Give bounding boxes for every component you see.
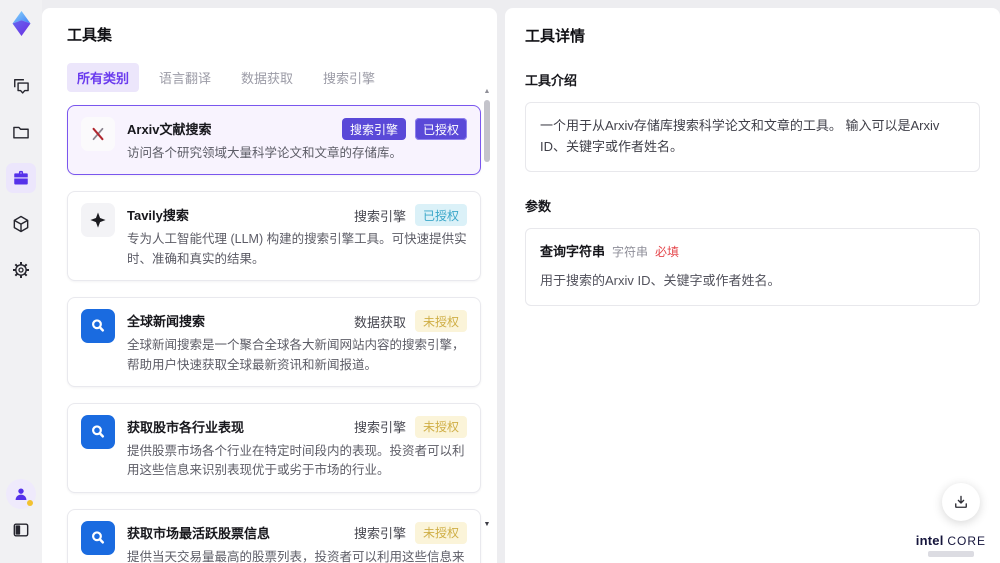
tavily-star-icon xyxy=(81,203,115,238)
param-required-badge: 必填 xyxy=(655,244,680,259)
briefcase-icon xyxy=(11,168,31,188)
tool-description: 专为人工智能代理 (LLM) 构建的搜索引擎工具。可快速提供实时、准确和真实的结… xyxy=(127,232,467,266)
list-scrollbar[interactable]: ▲ ▼ xyxy=(483,88,491,529)
tool-card-global-news[interactable]: 全球新闻搜索 数据获取 未授权 全球新闻搜索是一个聚合全球各大新闻网站内容的搜索… xyxy=(67,297,481,387)
param-name: 查询字符串 xyxy=(540,243,606,259)
category-tabs: 所有类别 语言翻译 数据获取 搜索引擎 xyxy=(67,63,481,92)
main-content: 工具集 所有类别 语言翻译 数据获取 搜索引擎 Arxiv文献搜索 搜索引擎 已… xyxy=(42,8,1000,563)
sidebar-item-chat[interactable] xyxy=(6,71,36,101)
auth-badge: 未授权 xyxy=(414,415,467,438)
tool-description: 访问各个研究领域大量科学论文和文章的存储库。 xyxy=(127,146,403,160)
collapse-sidebar-button[interactable] xyxy=(6,515,36,545)
status-dot xyxy=(27,500,33,506)
intel-sub-bar xyxy=(927,551,974,557)
tool-card-arxiv[interactable]: Arxiv文献搜索 搜索引擎 已授权 访问各个研究领域大量科学论文和文章的存储库… xyxy=(67,105,481,176)
category-label: 搜索引擎 xyxy=(353,420,406,436)
intro-section-title: 工具介绍 xyxy=(525,73,578,88)
tool-description: 全球新闻搜索是一个聚合全球各大新闻网站内容的搜索引擎，帮助用户快速获取全球最新资… xyxy=(127,338,465,372)
toolset-panel: 工具集 所有类别 语言翻译 数据获取 搜索引擎 Arxiv文献搜索 搜索引擎 已… xyxy=(42,8,497,563)
sidebar-item-models[interactable] xyxy=(6,209,36,239)
category-badge: 搜索引擎 xyxy=(341,118,406,140)
scroll-up-icon[interactable]: ▲ xyxy=(483,88,491,96)
news-search-icon xyxy=(81,309,115,344)
scrollbar-thumb[interactable] xyxy=(484,100,490,162)
param-box: 查询字符串 字符串 必填 用于搜索的Arxiv ID、关键字或作者姓名。 xyxy=(525,227,980,307)
stock-search-icon xyxy=(81,520,115,555)
download-icon xyxy=(952,493,970,511)
category-label: 搜索引擎 xyxy=(353,526,406,542)
auth-badge: 未授权 xyxy=(414,310,467,333)
tool-list: Arxiv文献搜索 搜索引擎 已授权 访问各个研究领域大量科学论文和文章的存储库… xyxy=(67,105,481,563)
scroll-down-icon[interactable]: ▼ xyxy=(483,521,491,529)
tab-all-categories[interactable]: 所有类别 xyxy=(67,63,140,92)
detail-panel-title: 工具详情 xyxy=(525,28,586,45)
sidebar-item-settings[interactable] xyxy=(6,255,36,285)
sidebar-item-toolset[interactable] xyxy=(6,163,36,193)
intel-wordmark: intel xyxy=(915,533,944,548)
tool-detail-panel: 工具详情 工具介绍 一个用于从Arxiv存储库搜索科学论文和文章的工具。 输入可… xyxy=(505,8,1000,563)
folder-icon xyxy=(11,122,31,142)
auth-badge: 已授权 xyxy=(414,204,467,227)
tab-data-fetch[interactable]: 数据获取 xyxy=(231,63,303,92)
tab-language-translation[interactable]: 语言翻译 xyxy=(149,63,221,92)
app-logo-icon xyxy=(8,10,35,37)
category-label: 数据获取 xyxy=(353,314,406,330)
gear-icon xyxy=(11,260,31,280)
tool-card-sector-performance[interactable]: 获取股市各行业表现 搜索引擎 未授权 提供股票市场各个行业在特定时间段内的表现。… xyxy=(67,402,481,493)
category-label: 搜索引擎 xyxy=(353,208,406,224)
download-button[interactable] xyxy=(942,483,980,521)
intel-core-logo: intel core xyxy=(916,533,986,557)
params-section-title: 参数 xyxy=(525,198,552,214)
left-rail xyxy=(0,0,42,563)
tool-name: 全球新闻搜索 xyxy=(127,314,206,330)
page-title: 工具集 xyxy=(67,27,113,44)
sidebar-item-files[interactable] xyxy=(6,117,36,147)
tool-name: 获取股市各行业表现 xyxy=(127,419,245,435)
auth-badge: 未授权 xyxy=(414,521,467,544)
rail-bottom-group xyxy=(6,479,36,551)
chat-icon xyxy=(11,76,31,96)
auth-badge: 已授权 xyxy=(414,118,467,140)
stock-search-icon xyxy=(81,414,115,449)
tab-search-engine[interactable]: 搜索引擎 xyxy=(313,63,385,92)
tool-intro-text: 一个用于从Arxiv存储库搜索科学论文和文章的工具。 输入可以是Arxiv ID… xyxy=(540,118,940,154)
core-wordmark: core xyxy=(947,534,986,548)
user-profile-button[interactable] xyxy=(6,479,36,509)
tool-card-most-active-stocks[interactable]: 获取市场最活跃股票信息 搜索引擎 未授权 提供当天交易量最高的股票列表，投资者可… xyxy=(67,508,481,563)
tool-name: 获取市场最活跃股票信息 xyxy=(127,525,271,541)
arxiv-logo-icon xyxy=(81,117,115,151)
tool-description: 提供股票市场各个行业在特定时间段内的表现。投资者可以利用这些信息来识别表现优于或… xyxy=(127,443,465,478)
param-type: 字符串 xyxy=(612,244,649,259)
tool-name: Arxiv文献搜索 xyxy=(127,122,212,137)
param-description: 用于搜索的Arxiv ID、关键字或作者姓名。 xyxy=(540,273,781,289)
tool-description: 提供当天交易量最高的股票列表，投资者可以利用这些信息来识别流动性强的股票和潜在的… xyxy=(127,549,465,563)
tool-name: Tavily搜索 xyxy=(127,208,189,224)
collapse-panel-icon xyxy=(11,520,31,540)
tool-intro-box: 一个用于从Arxiv存储库搜索科学论文和文章的工具。 输入可以是Arxiv ID… xyxy=(525,102,980,172)
cube-icon xyxy=(11,214,31,234)
tool-card-tavily[interactable]: Tavily搜索 搜索引擎 已授权 专为人工智能代理 (LLM) 构建的搜索引擎… xyxy=(67,191,481,282)
